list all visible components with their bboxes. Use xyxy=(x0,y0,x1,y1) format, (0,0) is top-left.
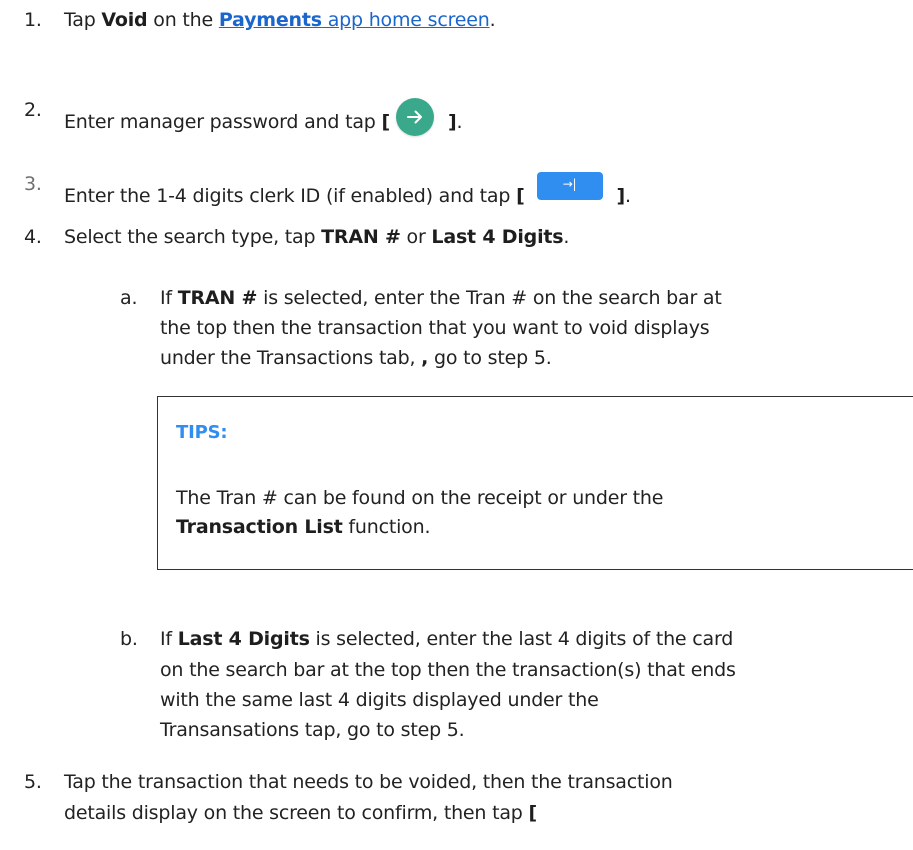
tran-label: TRAN # xyxy=(321,226,401,248)
step-4a-line-3: under the Transactions tab, , go to step… xyxy=(160,346,552,370)
step-5-open-bracket: [ xyxy=(528,802,538,824)
step-4a-tran-bold: TRAN # xyxy=(177,287,258,309)
arrow-right-icon xyxy=(406,110,422,124)
step-4a-line-1-text: is selected, enter the Tran # on the sea… xyxy=(257,287,722,309)
tips-line-2-text: function. xyxy=(342,516,431,538)
step-3-number: 3. xyxy=(24,173,42,195)
step-5-line-2: details display on the screen to confirm… xyxy=(64,801,537,825)
step-3-text: Enter the 1-4 digits clerk ID (if enable… xyxy=(64,172,631,208)
step-4b-line-3: with the same last 4 digits displayed un… xyxy=(160,689,599,711)
step-2-text-a: Enter manager password and tap xyxy=(64,111,382,133)
step-2-period: . xyxy=(456,111,463,133)
step-4a-if: If xyxy=(160,287,178,309)
payments-link-bold: Payments xyxy=(218,9,322,31)
step-4b-last4-bold: Last 4 Digits xyxy=(177,628,310,650)
enter-rect-button[interactable]: →| xyxy=(536,172,603,200)
payments-link-rest: app home screen xyxy=(321,9,490,31)
payments-app-home-link[interactable]: Payments app home screen xyxy=(219,9,490,31)
step-4b-line-1: If Last 4 Digits is selected, enter the … xyxy=(160,627,733,651)
tips-box: TIPS: The Tran # can be found on the rec… xyxy=(157,396,913,570)
tips-line-1: The Tran # can be found on the receipt o… xyxy=(176,487,664,509)
step-4a-line-3b: go to step 5. xyxy=(428,347,552,369)
step-1-text-a: Tap xyxy=(64,9,102,31)
step-2-text: Enter manager password and tap []. xyxy=(64,98,463,136)
step-3-close-bracket: ] xyxy=(616,185,626,207)
last-4-digits-label: Last 4 Digits xyxy=(431,226,564,248)
step-4b-line-2: on the search bar at the top then the tr… xyxy=(160,659,736,681)
step-5-line-2-text: details display on the screen to confirm… xyxy=(64,802,529,824)
step-4b-letter: b. xyxy=(120,628,138,650)
tips-line-2: Transaction List function. xyxy=(176,513,663,542)
step-4a-line-2: the top then the transaction that you wa… xyxy=(160,317,710,339)
transaction-list-label: Transaction List xyxy=(176,516,343,538)
tips-title: TIPS: xyxy=(176,422,228,443)
step-2-number: 2. xyxy=(24,99,42,121)
step-4-period: . xyxy=(563,226,570,248)
step-4-text: Select the search type, tap TRAN # or La… xyxy=(64,225,569,249)
step-4b-line-1-text: is selected, enter the last 4 digits of … xyxy=(309,628,734,650)
step-4-text-a: Select the search type, tap xyxy=(64,226,322,248)
step-2-open-bracket: [ xyxy=(381,111,391,133)
step-4b-if: If xyxy=(160,628,178,650)
step-5-line-1: Tap the transaction that needs to be voi… xyxy=(64,771,673,793)
step-4b-line-4: Transansations tap, go to step 5. xyxy=(160,719,465,741)
step-4-or: or xyxy=(400,226,432,248)
step-3-period: . xyxy=(625,185,631,207)
step-3-open-bracket: [ xyxy=(516,185,525,207)
step-1-text-b: on the xyxy=(147,9,219,31)
step-1-period: . xyxy=(489,9,496,31)
step-4a-line-1: If TRAN # is selected, enter the Tran # … xyxy=(160,286,722,310)
next-circle-button[interactable] xyxy=(395,98,434,136)
step-3-text-a: Enter the 1-4 digits clerk ID (if enable… xyxy=(64,185,517,207)
step-1-text: Tap Void on the Payments app home screen… xyxy=(64,8,496,32)
step-5-number: 5. xyxy=(24,771,42,793)
step-4a-letter: a. xyxy=(120,287,138,309)
step-4a-line-3a: under the Transactions tab, xyxy=(160,347,422,369)
void-label: Void xyxy=(101,9,148,31)
step-1-number: 1. xyxy=(24,9,42,31)
step-4-number: 4. xyxy=(24,226,42,248)
tips-body: The Tran # can be found on the receipt o… xyxy=(176,484,663,542)
arrow-to-right-bar-icon: →| xyxy=(562,177,577,191)
